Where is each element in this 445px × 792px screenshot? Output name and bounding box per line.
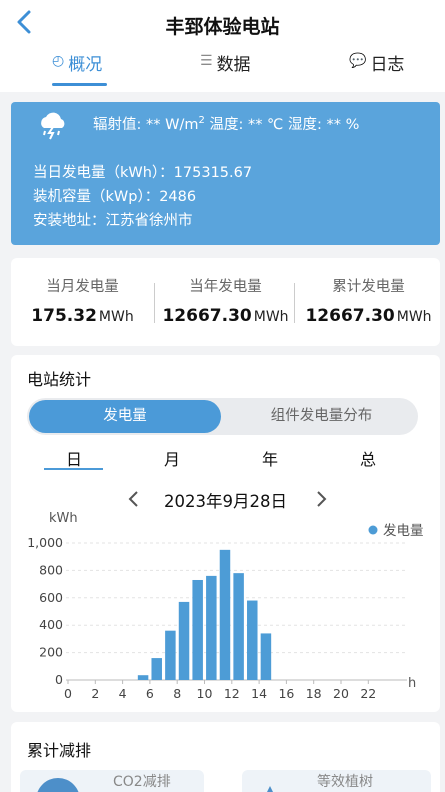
temperature-value: ** ℃ <box>247 117 284 133</box>
x-tick-label: 12 <box>224 686 240 701</box>
y-tick-label: 400 <box>39 617 63 632</box>
stat-total-unit: MWh <box>396 309 432 325</box>
bar <box>219 549 231 680</box>
x-tick-label: 6 <box>146 686 154 701</box>
legend-label: 发电量 <box>383 523 424 539</box>
active-period-indicator <box>44 468 103 470</box>
install-address: 安装地址：江苏省徐州市 <box>33 213 193 229</box>
humidity-label: 湿度: <box>287 117 322 133</box>
stat-year-value: 12667.30 MWh <box>154 306 297 326</box>
installed-capacity: 装机容量（kWp）：2486 <box>33 189 197 205</box>
storm-cloud-icon <box>41 112 65 140</box>
tree-equivalent-label: 等效植树 <box>317 774 373 790</box>
tab-data[interactable]: ☰ 数据 <box>200 50 251 88</box>
x-tick-label: 2 <box>91 686 99 701</box>
stat-year-label: 当年发电量 <box>189 279 262 295</box>
segment-module-distribution[interactable]: 组件发电量分布 <box>227 400 416 433</box>
emission-reduction-card: 累计减排 CO2减排 等效植树 <box>11 722 440 792</box>
y-tick-label: 0 <box>55 672 63 687</box>
stat-total-value: 12667.30 MWh <box>297 306 440 326</box>
chart-grid: 0 200 400 600 800 1,000 <box>27 535 407 687</box>
period-day[interactable]: 日 <box>44 446 104 470</box>
x-tick-label: 0 <box>64 686 72 701</box>
co2-reduction-label: CO2减排 <box>113 774 171 790</box>
x-tick-label: 18 <box>306 686 322 701</box>
humidity-value: ** % <box>326 117 360 133</box>
stat-total-label: 累计发电量 <box>332 279 405 295</box>
legend-marker <box>368 525 378 535</box>
tab-overview-label: 概况 <box>68 55 103 75</box>
divider <box>294 283 295 323</box>
tree-equivalent-item: 等效植树 <box>242 770 431 792</box>
stat-month: 当月发电量 175.32 MWh <box>11 258 154 346</box>
clock-icon: ◴ <box>52 53 65 69</box>
bar <box>137 675 149 680</box>
chart-bars <box>137 549 272 680</box>
tab-log-label: 日志 <box>370 55 405 75</box>
stat-year-number: 12667.30 <box>162 306 252 326</box>
segment-generation[interactable]: 发电量 <box>29 400 221 433</box>
x-tick-label: 10 <box>197 686 213 701</box>
emission-reduction-title: 累计减排 <box>27 741 92 760</box>
period-total[interactable]: 总 <box>338 446 398 470</box>
chat-icon: 💬 <box>349 53 367 69</box>
stats-segment-control: 发电量 组件发电量分布 <box>27 398 418 435</box>
bar <box>206 575 217 680</box>
stat-year-unit: MWh <box>253 309 289 325</box>
irradiance-label: 辐射值: <box>93 117 142 133</box>
tab-bar: ◴ 概况 ☰ 数据 💬 日志 <box>0 50 445 90</box>
period-month[interactable]: 月 <box>142 446 202 470</box>
x-tick-label: 16 <box>278 686 294 701</box>
daily-generation: 当日发电量（kWh）：175315.67 <box>33 165 253 181</box>
stat-total-number: 12667.30 <box>305 306 395 326</box>
y-axis-unit: kWh <box>49 511 78 526</box>
y-tick-label: 600 <box>39 590 63 605</box>
bar <box>233 573 244 680</box>
period-year[interactable]: 年 <box>240 446 300 470</box>
stat-month-label: 当月发电量 <box>46 279 119 295</box>
x-tick-label: 20 <box>333 686 349 701</box>
x-tick-label: 14 <box>251 686 267 701</box>
stat-month-value: 175.32 MWh <box>11 306 154 326</box>
co2-icon <box>36 778 80 792</box>
active-tab-indicator <box>52 83 107 86</box>
x-axis-ticks: 0 2 4 6 8 10 12 14 16 18 20 22 <box>64 680 376 701</box>
app-header: 丰郅体验电站 ◴ 概况 ☰ 数据 💬 日志 <box>0 0 445 92</box>
x-tick-label: 22 <box>360 686 376 701</box>
station-stats-card: 电站统计 发电量 组件发电量分布 日 月 年 总 2023年9月28日 kWh … <box>11 355 440 712</box>
station-info-banner: 辐射值: ** W/m2 温度: ** ℃ 湿度: ** % 当日发电量（kWh… <box>11 102 440 245</box>
stat-year: 当年发电量 12667.30 MWh <box>154 258 297 346</box>
generation-summary: 当月发电量 175.32 MWh 当年发电量 12667.30 MWh 累计发电量 … <box>11 258 440 346</box>
y-tick-label: 800 <box>39 562 63 577</box>
list-icon: ☰ <box>200 53 213 69</box>
y-tick-label: 1,000 <box>27 535 63 550</box>
stat-month-number: 175.32 <box>31 306 97 326</box>
stat-total: 累计发电量 12667.30 MWh <box>297 258 440 346</box>
bar <box>247 600 258 680</box>
generation-bar-chart: kWh 发电量 0 200 400 600 800 1,000 0 2 4 6 8 10 12 14 16… <box>27 511 424 701</box>
temperature-label: 温度: <box>209 117 244 133</box>
irradiance-unit: W/m <box>165 117 199 133</box>
x-tick-label: 4 <box>119 686 127 701</box>
tree-icon <box>267 786 273 792</box>
weather-line: 辐射值: ** W/m2 温度: ** ℃ 湿度: ** % <box>93 113 359 134</box>
page-title: 丰郅体验电站 <box>165 16 280 38</box>
station-stats-title: 电站统计 <box>27 370 92 389</box>
tab-data-label: 数据 <box>216 55 251 75</box>
x-axis-unit: h <box>408 676 416 691</box>
irradiance-sup: 2 <box>198 115 205 127</box>
irradiance-value: ** <box>146 117 161 133</box>
co2-reduction-item: CO2减排 <box>20 770 204 792</box>
tab-log[interactable]: 💬 日志 <box>349 50 404 88</box>
x-tick-label: 8 <box>173 686 181 701</box>
y-tick-label: 200 <box>39 645 63 660</box>
bar <box>165 630 176 680</box>
bar <box>192 579 203 680</box>
bar <box>178 601 190 680</box>
bar <box>260 633 272 680</box>
bar <box>151 658 162 680</box>
stat-month-unit: MWh <box>98 309 134 325</box>
